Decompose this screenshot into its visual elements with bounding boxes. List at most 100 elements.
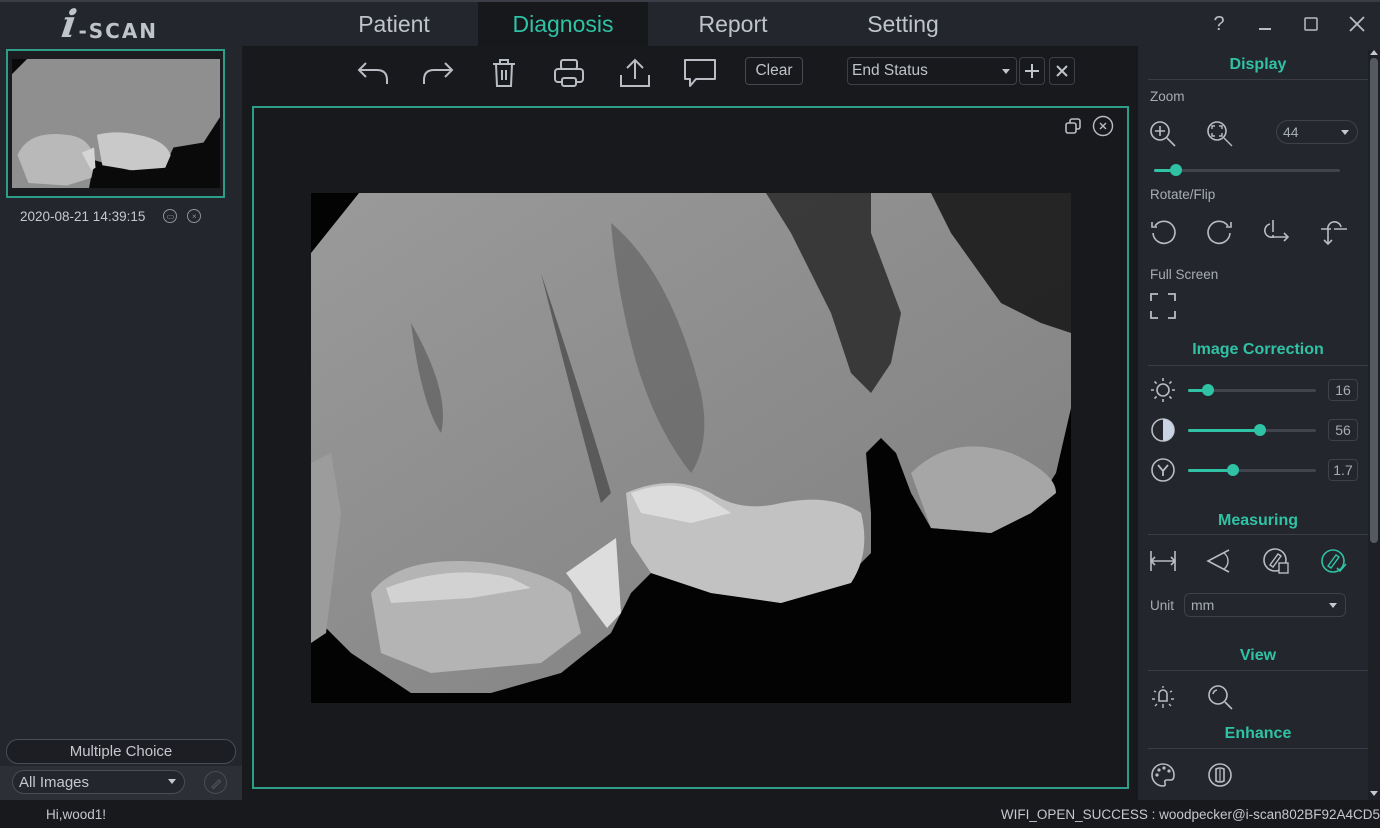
thumbnail-delete-icon[interactable]: × (187, 209, 202, 223)
logo-mark: i (58, 1, 80, 46)
close-icon (1056, 65, 1068, 77)
zoom-in-button[interactable] (1148, 119, 1178, 149)
help-button[interactable]: ? (1196, 2, 1242, 46)
gamma-icon-wrap (1148, 455, 1178, 485)
ruler-length-icon (1149, 551, 1177, 571)
restore-window-button[interactable] (1062, 115, 1084, 137)
maximize-button[interactable] (1288, 2, 1334, 46)
multiple-choice-button[interactable]: Multiple Choice (6, 739, 236, 764)
pseudo-color-button[interactable] (1148, 760, 1178, 790)
zoom-label: Zoom (1150, 89, 1185, 104)
rotate-right-icon (1207, 220, 1232, 245)
chevron-down-icon (1329, 603, 1337, 608)
flip-horizontal-button[interactable] (1262, 217, 1292, 247)
measure-length-button[interactable] (1148, 546, 1178, 576)
comment-icon (684, 59, 716, 87)
rotate-left-button[interactable] (1148, 217, 1178, 247)
status-select[interactable]: End Status (847, 57, 1017, 85)
tab-patient[interactable]: Patient (310, 2, 478, 46)
magnifier-button[interactable] (1205, 682, 1235, 712)
maximize-icon (1304, 17, 1318, 31)
close-button[interactable] (1334, 2, 1380, 46)
tab-diagnosis[interactable]: Diagnosis (478, 2, 648, 46)
unit-select[interactable]: mm (1184, 593, 1346, 617)
print-button[interactable] (549, 54, 589, 92)
slider-fill (1188, 429, 1260, 432)
minimize-button[interactable] (1242, 2, 1288, 46)
remove-status-button[interactable] (1049, 57, 1075, 85)
image-correction-section-title: Image Correction (1192, 341, 1324, 358)
zoom-slider[interactable] (1154, 163, 1340, 177)
flip-vertical-button[interactable] (1319, 217, 1349, 247)
scroll-up-icon[interactable] (1370, 50, 1378, 55)
contrast-value[interactable]: 56 (1328, 419, 1358, 441)
contrast-slider[interactable] (1188, 423, 1316, 437)
restore-icon (1065, 118, 1081, 134)
undo-button[interactable] (353, 54, 393, 92)
zoom-in-icon (1150, 121, 1176, 147)
slider-knob[interactable] (1202, 384, 1215, 396)
clear-button[interactable]: Clear (745, 57, 803, 85)
image-viewer[interactable] (252, 106, 1129, 789)
brightness-value[interactable]: 16 (1328, 379, 1358, 401)
tab-setting[interactable]: Setting (818, 2, 988, 46)
divider (1148, 748, 1368, 749)
close-image-button[interactable] (1092, 115, 1114, 137)
export-button[interactable] (615, 54, 655, 92)
redo-button[interactable] (418, 54, 458, 92)
thumbnail-comment-icon[interactable]: ▭ (163, 209, 178, 223)
zoom-fit-button[interactable] (1205, 119, 1235, 149)
comment-button[interactable] (680, 54, 720, 92)
slider-knob[interactable] (1226, 464, 1239, 476)
edit-button[interactable] (204, 771, 227, 794)
tools-panel: Display Zoom 44 Rotate/Flip Full Screen (1138, 46, 1380, 800)
add-status-button[interactable] (1019, 57, 1045, 85)
display-section-title: Display (1229, 56, 1287, 73)
thumbnail-panel: 2020-08-21 14:39:15 ▭ × Multiple Choice … (0, 46, 242, 800)
chevron-down-icon (1341, 130, 1349, 135)
gamma-slider[interactable] (1188, 463, 1316, 477)
scroll-down-icon[interactable] (1370, 791, 1378, 796)
close-icon (1349, 16, 1365, 32)
xray-thumbnail (12, 59, 220, 188)
unit-value: mm (1191, 597, 1215, 613)
redo-icon (423, 62, 454, 84)
magnifier-icon (1208, 685, 1233, 710)
status-select-value: End Status (852, 62, 928, 79)
plus-icon (1025, 64, 1039, 78)
app-logo: i -SCAN (58, 1, 159, 48)
xray-image[interactable] (311, 193, 1071, 703)
divider (1148, 79, 1368, 80)
clear-measurements-button[interactable] (1262, 546, 1292, 576)
full-screen-label: Full Screen (1150, 267, 1219, 282)
measure-edit-button[interactable] (1319, 546, 1349, 576)
logo-text: -SCAN (78, 19, 159, 43)
rotate-right-button[interactable] (1205, 217, 1235, 247)
full-screen-icon (1150, 293, 1176, 319)
slider-knob[interactable] (1170, 164, 1183, 176)
image-filter-select[interactable]: All Images (12, 770, 185, 794)
measure-edit-icon (1321, 549, 1347, 573)
thumbnail-meta: 2020-08-21 14:39:15 ▭ × (0, 206, 242, 226)
chevron-down-icon (168, 779, 176, 784)
scrollbar-thumb[interactable] (1370, 58, 1378, 543)
tooth-enhance-button[interactable] (1205, 760, 1235, 790)
divider (1148, 365, 1368, 366)
gamma-icon (1151, 458, 1175, 482)
thumbnail-item[interactable] (6, 49, 225, 198)
slider-knob[interactable] (1253, 424, 1266, 436)
tab-report[interactable]: Report (648, 2, 818, 46)
full-screen-button[interactable] (1148, 291, 1178, 321)
contrast-icon-wrap (1148, 415, 1178, 445)
zoom-level-select[interactable]: 44 (1276, 120, 1358, 144)
measure-angle-button[interactable] (1205, 546, 1235, 576)
gamma-value[interactable]: 1.7 (1328, 459, 1358, 481)
lightbulb-icon (1152, 686, 1174, 708)
tools-panel-scrollbar[interactable] (1368, 50, 1380, 800)
user-greeting: Hi,wood1! (46, 807, 107, 822)
light-view-button[interactable] (1148, 682, 1178, 712)
delete-button[interactable] (484, 54, 524, 92)
brightness-slider[interactable] (1188, 383, 1316, 397)
minimize-icon (1259, 28, 1271, 30)
flip-horizontal-icon (1264, 220, 1290, 242)
